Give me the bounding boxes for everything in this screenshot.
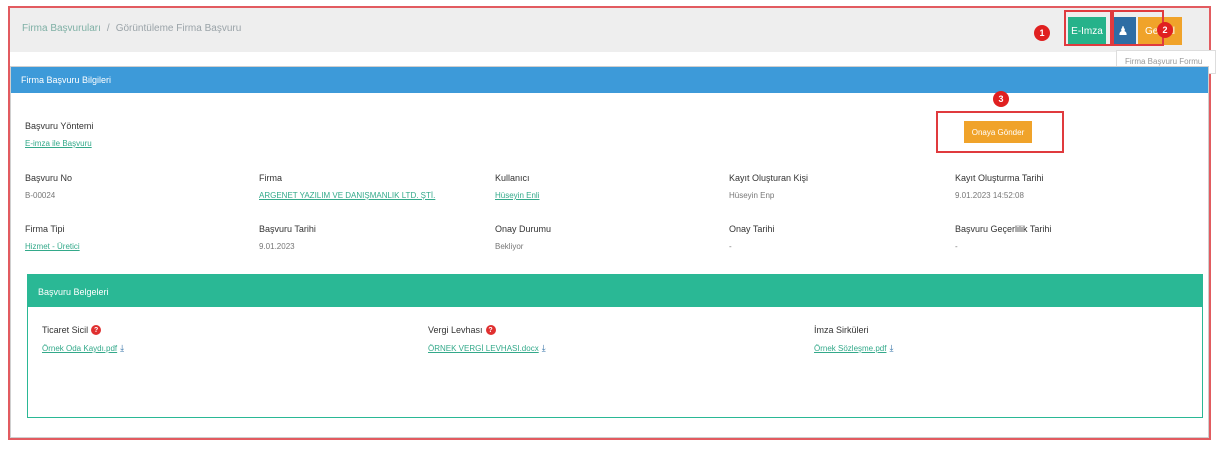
- field-firma-tipi: Firma Tipi Hizmet - Üretici: [25, 224, 80, 251]
- breadcrumb-parent[interactable]: Firma Başvuruları: [22, 23, 101, 34]
- field-label: Kullanıcı: [495, 173, 530, 183]
- documents-panel: Başvuru Belgeleri Ticaret Sicil ? Örnek …: [27, 274, 1203, 418]
- doc-label: Ticaret Sicil: [42, 325, 89, 335]
- field-label: Başvuru Yöntemi: [25, 121, 94, 131]
- field-label: Başvuru No: [25, 173, 73, 183]
- download-icon[interactable]: ⤓: [889, 343, 893, 354]
- question-icon[interactable]: ?: [91, 325, 102, 335]
- field-value-link[interactable]: Hizmet - Üretici: [25, 242, 80, 251]
- field-value-link[interactable]: ARGENET YAZILIM VE DANIŞMANLIK LTD. ŞTİ.: [259, 191, 435, 200]
- field-label: Başvuru Geçerlilik Tarihi: [955, 224, 1052, 234]
- panel-title: Firma Başvuru Bilgileri: [11, 67, 1208, 93]
- field-label: Firma: [259, 173, 282, 183]
- field-kayit-olusturan: Kayıt Oluşturan Kişi Hüseyin Enp: [729, 173, 808, 200]
- doc-ticaret-sicil: Ticaret Sicil ? Örnek Oda Kaydı.pdf ⤓: [42, 325, 124, 354]
- field-basvuru-yontemi: Başvuru Yöntemi E-imza ile Başvuru: [25, 121, 93, 148]
- field-kayit-tarihi: Kayıt Oluşturma Tarihi 9.01.2023 14:52:0…: [955, 173, 1043, 200]
- field-firma: Firma ARGENET YAZILIM VE DANIŞMANLIK LTD…: [259, 173, 435, 200]
- download-icon[interactable]: ⤓: [120, 343, 124, 354]
- highlight-box-3: [936, 111, 1064, 153]
- highlight-box-1: [1064, 10, 1112, 46]
- breadcrumb: Firma Başvuruları / Görüntüleme Firma Ba…: [22, 23, 241, 34]
- field-value: Bekliyor: [495, 242, 524, 251]
- field-value: -: [955, 242, 958, 251]
- field-label: Onay Durumu: [495, 224, 552, 234]
- field-value: 9.01.2023 14:52:08: [955, 191, 1024, 200]
- step-marker-1: 1: [1034, 25, 1050, 41]
- download-icon[interactable]: ⤓: [542, 343, 546, 354]
- doc-file-link[interactable]: ÖRNEK VERGİ LEVHASI.docx: [428, 344, 539, 353]
- field-basvuru-no: Başvuru No B-00024: [25, 173, 72, 200]
- field-onay-tarihi: Onay Tarihi -: [729, 224, 774, 251]
- doc-label: İmza Sirküleri: [814, 325, 869, 335]
- doc-label: Vergi Levhası: [428, 325, 483, 335]
- field-onay-durumu: Onay Durumu Bekliyor: [495, 224, 551, 251]
- field-kullanici: Kullanıcı Hüseyin Enli: [495, 173, 539, 200]
- field-basvuru-tarihi: Başvuru Tarihi 9.01.2023: [259, 224, 316, 251]
- field-label: Başvuru Tarihi: [259, 224, 316, 234]
- doc-imza-sirkuleri: İmza Sirküleri Örnek Sözleşme.pdf ⤓: [814, 325, 893, 354]
- field-value-link[interactable]: E-imza ile Başvuru: [25, 139, 93, 148]
- top-bar: Firma Başvuruları / Görüntüleme Firma Ba…: [10, 8, 1209, 52]
- field-value-link[interactable]: Hüseyin Enli: [495, 191, 539, 200]
- field-label: Kayıt Oluşturan Kişi: [729, 173, 809, 183]
- field-label: Kayıt Oluşturma Tarihi: [955, 173, 1044, 183]
- documents-title: Başvuru Belgeleri: [28, 275, 1202, 307]
- application-panel: Firma Başvuru Bilgileri Başvuru Yöntemi …: [10, 66, 1209, 438]
- field-value: B-00024: [25, 191, 56, 200]
- field-value: 9.01.2023: [259, 242, 295, 251]
- field-value: Hüseyin Enp: [729, 191, 775, 200]
- field-label: Firma Tipi: [25, 224, 65, 234]
- field-gecerlilik-tarihi: Başvuru Geçerlilik Tarihi -: [955, 224, 1051, 251]
- breadcrumb-current: Görüntüleme Firma Başvuru: [115, 23, 242, 34]
- breadcrumb-separator: /: [106, 23, 110, 34]
- field-value: -: [729, 242, 732, 251]
- step-marker-3: 3: [993, 91, 1009, 107]
- doc-file-link[interactable]: Örnek Sözleşme.pdf: [814, 344, 886, 353]
- field-label: Onay Tarihi: [729, 224, 775, 234]
- doc-vergi-levhasi: Vergi Levhası ? ÖRNEK VERGİ LEVHASI.docx…: [428, 325, 546, 354]
- question-icon[interactable]: ?: [485, 325, 496, 335]
- step-marker-2: 2: [1157, 22, 1173, 38]
- doc-file-link[interactable]: Örnek Oda Kaydı.pdf: [42, 344, 117, 353]
